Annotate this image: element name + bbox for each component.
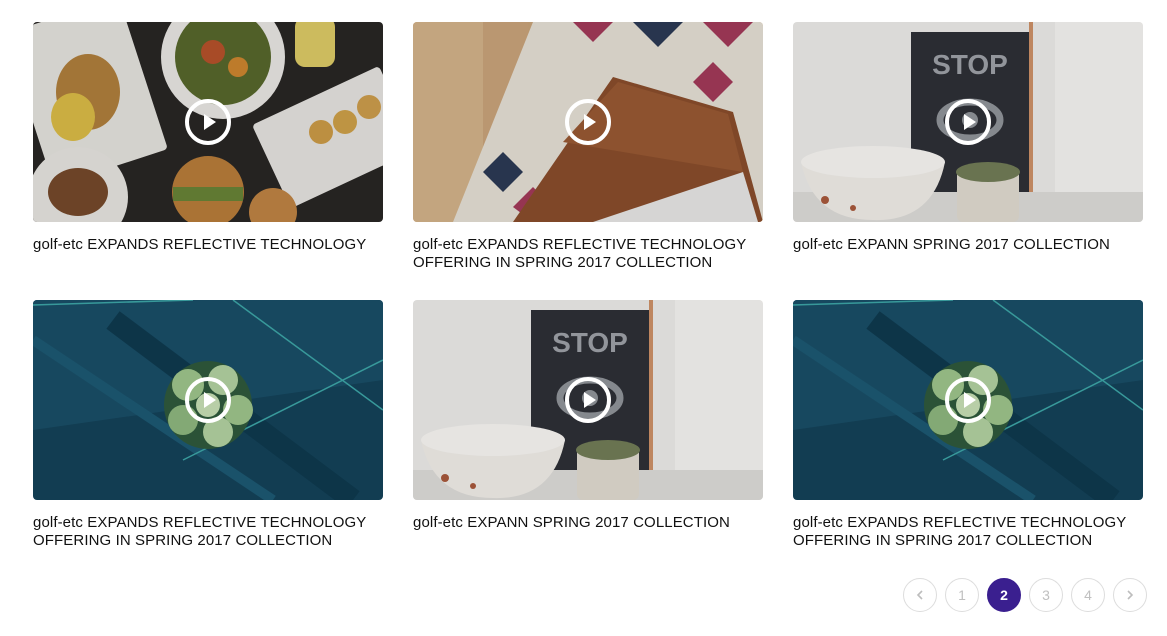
next-page-button[interactable] [1113,578,1147,612]
chevron-right-icon [1127,590,1134,600]
play-icon[interactable] [565,99,611,145]
play-icon[interactable] [185,99,231,145]
video-thumbnail[interactable] [33,22,383,222]
video-title[interactable]: golf-etc EXPANDS REFLECTIVE TECHNOLOGY O… [793,514,1143,550]
pagination: 1 2 3 4 [903,578,1147,612]
play-icon[interactable] [565,377,611,423]
page-button-4[interactable]: 4 [1071,578,1105,612]
video-title[interactable]: golf-etc EXPANDS REFLECTIVE TECHNOLOGY [33,236,383,254]
chevron-left-icon [916,590,923,600]
video-card[interactable]: golf-etc EXPANDS REFLECTIVE TECHNOLOGY O… [413,22,763,300]
video-thumbnail[interactable] [413,300,763,500]
video-thumbnail[interactable] [413,22,763,222]
video-card[interactable]: golf-etc EXPANDS REFLECTIVE TECHNOLOGY O… [33,300,383,578]
prev-page-button[interactable] [903,578,937,612]
video-title[interactable]: golf-etc EXPANDS REFLECTIVE TECHNOLOGY O… [413,236,763,272]
video-title[interactable]: golf-etc EXPANN SPRING 2017 COLLECTION [793,236,1143,254]
play-icon[interactable] [945,99,991,145]
video-thumbnail[interactable] [793,300,1143,500]
video-card[interactable]: golf-etc EXPANDS REFLECTIVE TECHNOLOGY [33,22,383,300]
play-icon[interactable] [185,377,231,423]
video-grid: golf-etc EXPANDS REFLECTIVE TECHNOLOGY g… [33,22,1143,578]
page-button-3[interactable]: 3 [1029,578,1063,612]
video-title[interactable]: golf-etc EXPANN SPRING 2017 COLLECTION [413,514,763,532]
video-thumbnail[interactable] [33,300,383,500]
play-icon[interactable] [945,377,991,423]
page-button-1[interactable]: 1 [945,578,979,612]
video-title[interactable]: golf-etc EXPANDS REFLECTIVE TECHNOLOGY O… [33,514,383,550]
page-button-2-current[interactable]: 2 [987,578,1021,612]
video-thumbnail[interactable] [793,22,1143,222]
video-card[interactable]: golf-etc EXPANN SPRING 2017 COLLECTION [413,300,763,578]
video-card[interactable]: golf-etc EXPANDS REFLECTIVE TECHNOLOGY O… [793,300,1143,578]
video-card[interactable]: golf-etc EXPANN SPRING 2017 COLLECTION [793,22,1143,300]
